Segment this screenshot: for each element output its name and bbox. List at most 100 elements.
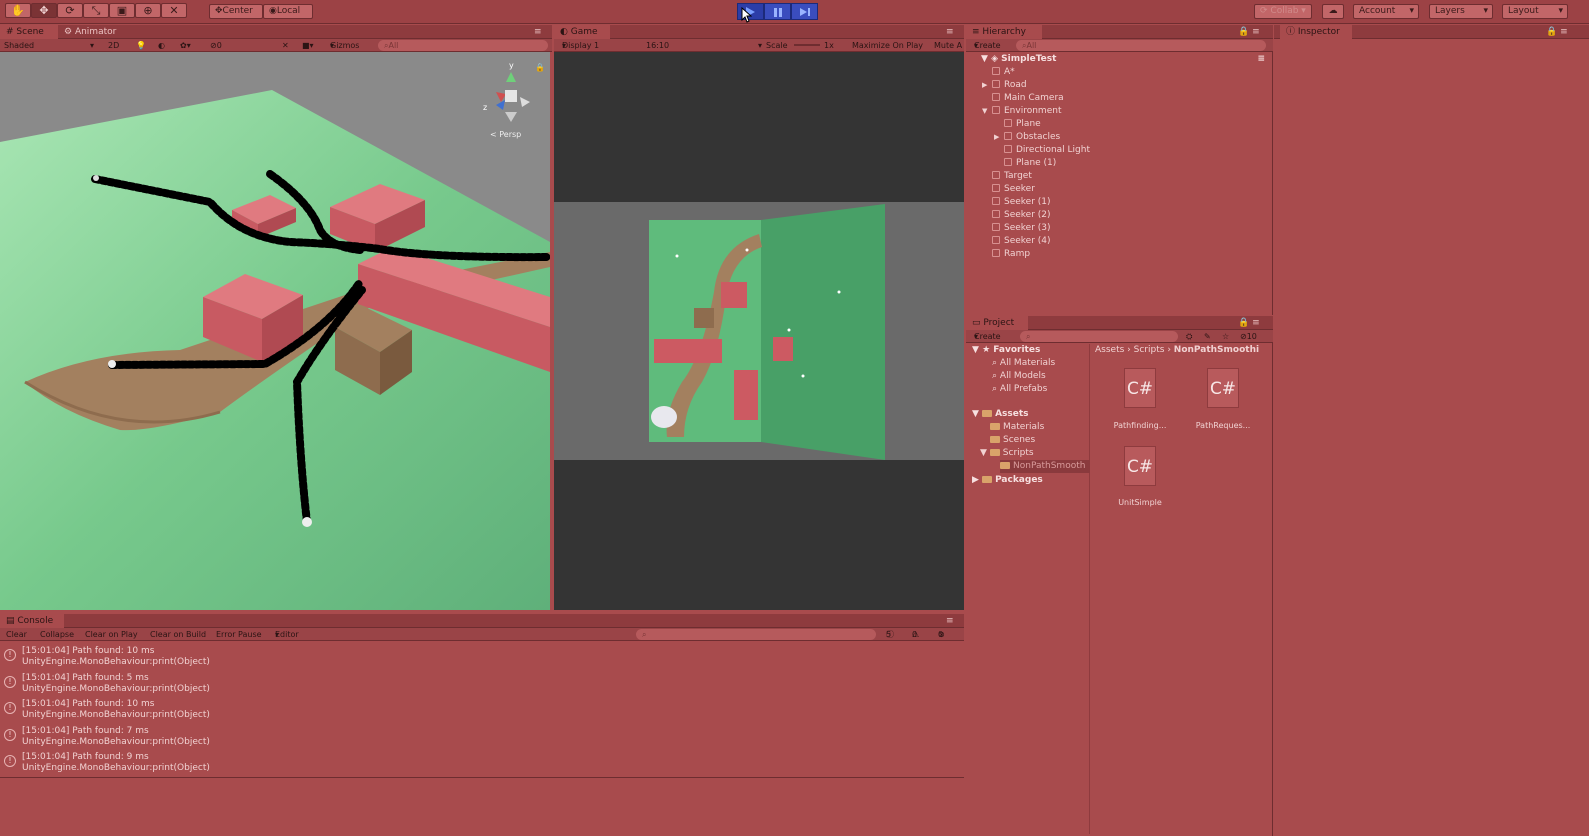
lighting-icon[interactable]: 💡	[136, 39, 146, 52]
fav-all-models[interactable]: ⌕ All Models	[992, 370, 1046, 383]
console-clear-button[interactable]: Clear	[6, 628, 27, 641]
hierarchy-item[interactable]: Main Camera	[992, 92, 1064, 105]
hierarchy-item[interactable]: Plane (1)	[1004, 157, 1056, 170]
game-viewport[interactable]	[554, 52, 964, 610]
tab-project[interactable]: ▭ Project	[966, 316, 1028, 330]
breadcrumb-scripts[interactable]: Scripts	[1134, 345, 1165, 355]
hierarchy-item[interactable]: Ramp	[992, 248, 1030, 261]
console-log-entry[interactable]: ! [15:01:04] Path found: 10 ms UnityEngine…	[0, 697, 963, 723]
favorites-star-icon[interactable]: ☆	[1222, 330, 1229, 343]
hidden-packages-toggle[interactable]: ⊘ 10	[1240, 330, 1257, 343]
folder-nonpathsmooth[interactable]: NonPathSmooth	[1000, 460, 1090, 473]
scene-viewport[interactable]: y z 🔒 < Persp	[0, 52, 550, 610]
mute-audio-toggle[interactable]: Mute A	[934, 39, 962, 52]
panel-menu-icon[interactable]: ≡	[534, 25, 550, 39]
project-search-input[interactable]: ⌕	[1020, 331, 1178, 342]
search-by-label-icon[interactable]: ✎	[1204, 330, 1211, 343]
favorites-node[interactable]: ▼ ★ Favorites	[972, 344, 1040, 357]
scale-tool-icon[interactable]: ⤡	[83, 3, 109, 18]
hidden-count[interactable]: ⊘ 0	[210, 39, 222, 52]
panel-menu-icon[interactable]: 🔒 ≡	[1238, 316, 1272, 330]
console-log-entry[interactable]: ! [15:01:04] Path found: 9 ms UnityEngine.…	[0, 750, 963, 776]
console-error-pause-toggle[interactable]: Error Pause	[216, 628, 262, 641]
pause-icon-bar	[779, 8, 782, 17]
chevron-down-icon[interactable]: ▼	[982, 105, 992, 118]
transform-tool-icon[interactable]: ⊕	[135, 3, 161, 18]
hierarchy-create-dropdown[interactable]: Create ▾	[974, 39, 1001, 52]
folder-scripts[interactable]: ▼ Scripts	[980, 447, 1034, 460]
layout-dropdown[interactable]: Layout ▾	[1502, 4, 1568, 19]
tab-console[interactable]: ▤ Console	[0, 614, 64, 628]
hierarchy-item[interactable]: Plane	[1004, 118, 1041, 131]
search-by-type-icon[interactable]: ⛭	[1186, 330, 1192, 343]
console-log-entry[interactable]: ! [15:01:04] Path found: 7 ms UnityEngine.…	[0, 724, 963, 750]
console-clear-on-build-toggle[interactable]: Clear on Build	[150, 628, 206, 641]
packages-node[interactable]: ▶ Packages	[972, 474, 1043, 487]
account-dropdown[interactable]: Account ▾	[1353, 4, 1419, 19]
rotate-tool-icon[interactable]: ⟳	[57, 3, 83, 18]
effects-icon[interactable]: ✿▾	[180, 39, 191, 52]
console-clear-on-play-toggle[interactable]: Clear on Play	[85, 628, 138, 641]
custom-tool-icon[interactable]: ✕	[161, 3, 187, 18]
project-create-dropdown[interactable]: Create ▾	[974, 330, 1001, 343]
hierarchy-item[interactable]: Directional Light	[1004, 144, 1090, 157]
tab-scene[interactable]: # Scene	[0, 25, 58, 39]
console-log-entry[interactable]: ! [15:01:04] Path found: 5 ms UnityEngine.…	[0, 671, 963, 697]
tab-game[interactable]: ◐ Game	[554, 25, 610, 39]
tab-hierarchy[interactable]: ≡ Hierarchy	[966, 25, 1042, 39]
mode-2d-toggle[interactable]: 2D	[108, 39, 119, 52]
move-tool-icon[interactable]: ✥	[31, 3, 57, 18]
hierarchy-item[interactable]: ▶ Road	[982, 79, 1027, 92]
panel-menu-icon[interactable]: 🔒 ≡	[1238, 25, 1272, 39]
fav-all-prefabs[interactable]: ⌕ All Prefabs	[992, 383, 1047, 396]
hierarchy-item[interactable]: Seeker (4)	[992, 235, 1051, 248]
hierarchy-item[interactable]: Target	[992, 170, 1032, 183]
cloud-button[interactable]: ☁	[1322, 4, 1344, 19]
hierarchy-item[interactable]: Seeker (3)	[992, 222, 1051, 235]
collab-button[interactable]: ⟳ Collab ▾	[1254, 4, 1312, 19]
step-button[interactable]	[791, 3, 818, 20]
space-toggle-button[interactable]: ◉Local	[263, 4, 313, 19]
console-log-entry[interactable]: ! [15:01:04] Path found: 10 ms UnityEngine…	[0, 644, 963, 670]
console-collapse-toggle[interactable]: Collapse	[40, 628, 74, 641]
hand-tool-icon[interactable]: ✋	[5, 3, 31, 18]
hierarchy-item[interactable]: Seeker (2)	[992, 209, 1051, 222]
layers-dropdown[interactable]: Layers ▾	[1429, 4, 1493, 19]
breadcrumb-assets[interactable]: Assets	[1095, 345, 1124, 355]
hierarchy-item[interactable]: ▶ Obstacles	[994, 131, 1060, 144]
panel-menu-icon[interactable]: ≡	[946, 25, 962, 39]
chevron-right-icon[interactable]: ▶	[982, 79, 992, 92]
scale-slider[interactable]	[794, 44, 820, 46]
camera-icon[interactable]: ■▾	[302, 39, 314, 52]
scene-search-input[interactable]: ⌕ All	[378, 40, 548, 51]
lock-icon[interactable]: 🔒	[535, 63, 545, 72]
hierarchy-item[interactable]: A*	[992, 66, 1015, 79]
panel-menu-icon[interactable]: ≡	[946, 614, 962, 628]
assets-node[interactable]: ▼ Assets	[972, 408, 1029, 421]
chevron-right-icon[interactable]: ▶	[994, 131, 1004, 144]
console-editor-dropdown[interactable]: Editor ▾	[275, 628, 299, 641]
maximize-on-play-toggle[interactable]: Maximize On Play	[852, 39, 923, 52]
hierarchy-search-input[interactable]: ⌕ All	[1016, 40, 1266, 51]
gizmos-dropdown[interactable]: Gizmos ▾	[330, 39, 359, 52]
audio-icon[interactable]: ◐	[158, 39, 165, 52]
console-search-input[interactable]: ⌕	[636, 629, 876, 640]
scene-menu-icon[interactable]: ≡	[1257, 53, 1265, 66]
hierarchy-item[interactable]: Seeker	[992, 183, 1035, 196]
hierarchy-item[interactable]: Seeker (1)	[992, 196, 1051, 209]
pause-button[interactable]	[764, 3, 791, 20]
hierarchy-item[interactable]: ▼ Environment	[982, 105, 1061, 118]
hierarchy-scene-row[interactable]: ▼ ◈ SimpleTest ≡	[981, 53, 1271, 66]
breadcrumb-current[interactable]: NonPathSmoothi	[1174, 345, 1259, 355]
tools-icon[interactable]: ✕	[282, 39, 289, 52]
panel-menu-icon[interactable]: 🔒 ≡	[1546, 25, 1586, 39]
tab-inspector[interactable]: ⓘ Inspector	[1280, 25, 1352, 39]
folder-scenes[interactable]: Scenes	[990, 434, 1035, 447]
rect-tool-icon[interactable]: ▣	[109, 3, 135, 18]
display-dropdown[interactable]: Display 1 ▾	[562, 39, 599, 52]
pivot-toggle-button[interactable]: ✥Center	[209, 4, 263, 19]
persp-label[interactable]: < Persp	[490, 130, 521, 139]
fav-all-materials[interactable]: ⌕ All Materials	[992, 357, 1055, 370]
folder-materials[interactable]: Materials	[990, 421, 1044, 434]
tab-animator[interactable]: ⚙ Animator	[58, 25, 128, 39]
